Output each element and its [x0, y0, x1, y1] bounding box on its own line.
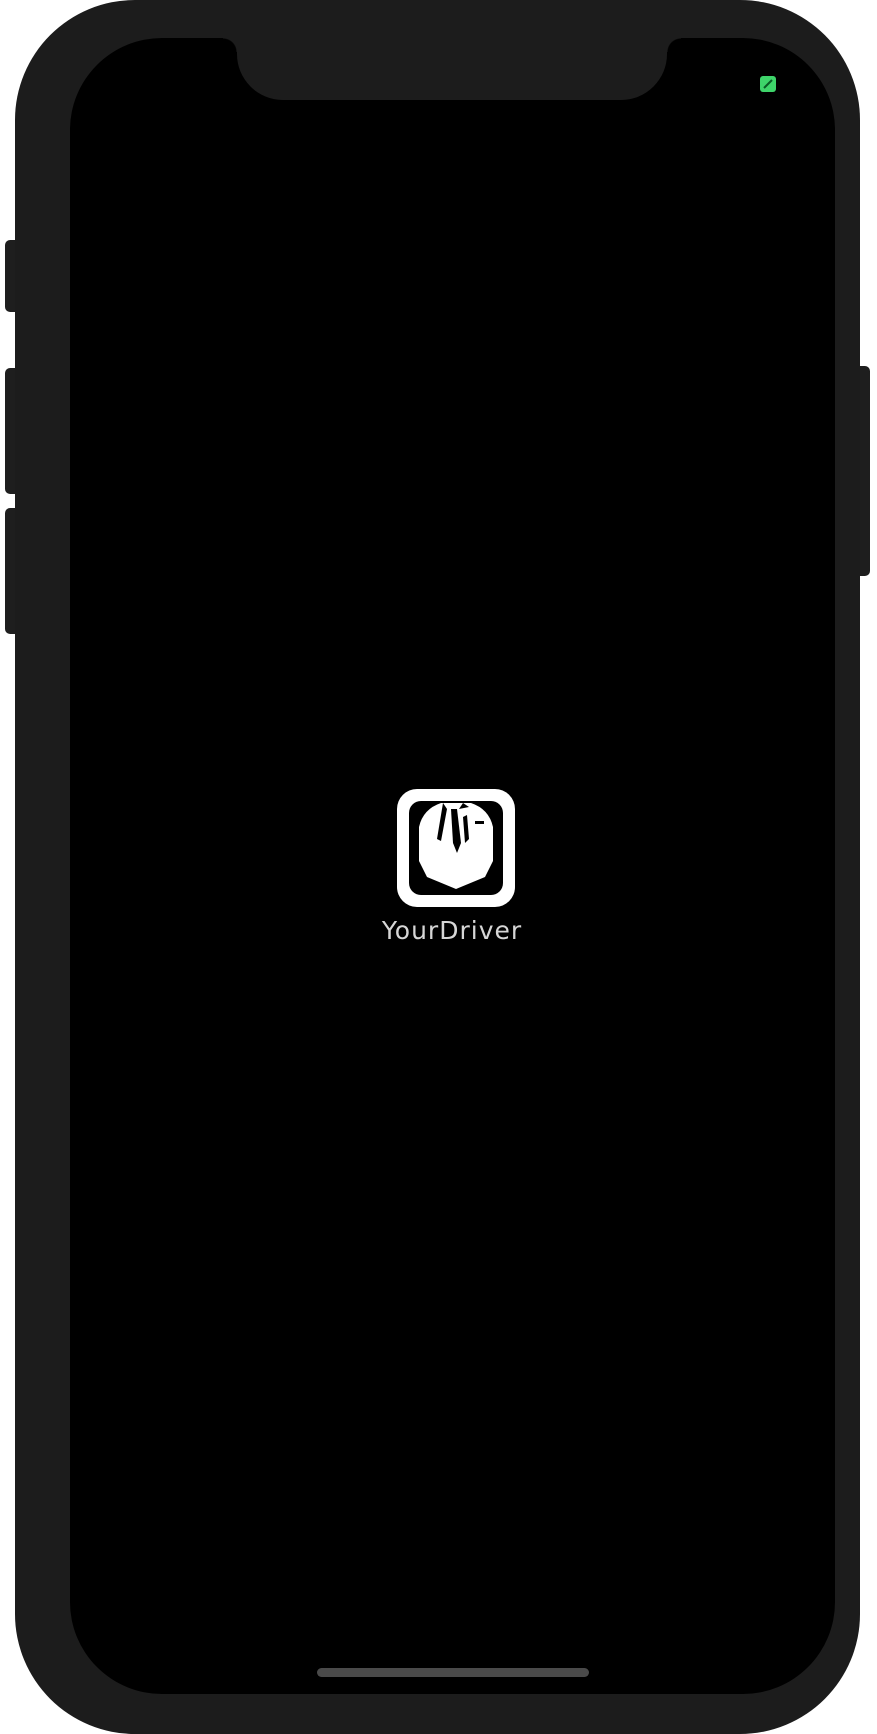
splash-screen: YourDriver [70, 38, 835, 1694]
app-name: YourDriver [381, 916, 523, 945]
device-mockup: YourDriver [0, 0, 877, 1734]
yourdriver-logo-icon [397, 789, 515, 907]
home-indicator[interactable] [317, 1668, 589, 1677]
phone-screen: YourDriver [70, 38, 835, 1694]
phone-frame: YourDriver [15, 0, 860, 1734]
